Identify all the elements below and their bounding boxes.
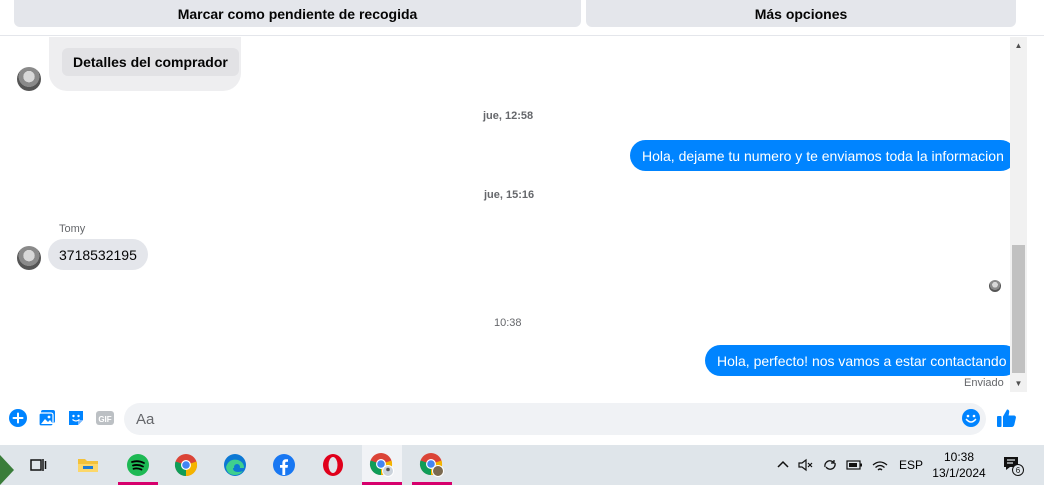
contact-avatar[interactable] [17,246,41,270]
photo-icon[interactable] [37,408,57,428]
timestamp: jue, 15:16 [484,189,535,201]
mark-pending-pickup-button[interactable]: Marcar como pendiente de recogida [14,0,581,27]
incoming-message[interactable]: 3718532195 [48,239,148,270]
chrome-profile-icon[interactable] [362,445,402,485]
svg-text:6: 6 [1016,466,1021,475]
notification-center-icon[interactable]: 6 [1002,445,1024,485]
message-input-placeholder: Aa [136,410,155,428]
battery-icon[interactable] [846,445,864,485]
sender-name: Tomy [59,223,86,235]
language-indicator[interactable]: ESP [899,445,923,485]
message-status: Enviado [964,377,1004,389]
wifi-icon[interactable] [872,445,888,485]
edge-icon[interactable] [215,445,255,485]
scroll-thumb[interactable] [1012,245,1025,373]
outgoing-message[interactable]: Hola, dejame tu numero y te enviamos tod… [630,140,1016,171]
scroll-up-arrow-icon[interactable]: ▲ [1010,37,1027,54]
spotify-icon[interactable] [118,445,158,485]
emoji-icon[interactable] [961,408,981,428]
chrome-profile-icon[interactable] [412,445,452,485]
timestamp: jue, 12:58 [483,110,534,122]
timestamp: 10:38 [494,317,522,329]
clock-time: 10:38 [943,450,975,464]
sticker-icon[interactable] [66,408,86,428]
more-options-button[interactable]: Más opciones [586,0,1016,27]
opera-icon[interactable] [313,445,353,485]
chat-scrollbar[interactable]: ▲ ▼ [1010,37,1027,392]
gif-icon[interactable]: GIF [95,408,115,428]
clock-date: 13/1/2024 [932,466,986,480]
start-button[interactable] [0,455,14,485]
volume-muted-icon[interactable] [798,445,814,485]
scroll-down-arrow-icon[interactable]: ▼ [1010,375,1027,392]
show-hidden-icons-icon[interactable] [776,445,790,485]
outgoing-message[interactable]: Hola, perfecto! nos vamos a estar contac… [705,345,1019,376]
message-composer: GIF Aa [0,395,1044,445]
contact-avatar[interactable] [17,67,41,91]
facebook-icon[interactable] [264,445,304,485]
buyer-card: Detalles del comprador [49,37,241,91]
system-clock[interactable]: 10:38 13/1/2024 [928,449,990,481]
windows-taskbar: ESP 10:38 13/1/2024 6 [0,445,1044,485]
message-input[interactable]: Aa [124,403,986,435]
chrome-icon[interactable] [166,445,206,485]
like-icon[interactable] [996,407,1018,429]
action-bar: Marcar como pendiente de recogida Más op… [0,0,1044,36]
svg-text:GIF: GIF [98,415,111,424]
buyer-details-button[interactable]: Detalles del comprador [62,48,239,76]
sync-icon[interactable] [822,445,838,485]
plus-icon[interactable] [8,408,28,428]
task-view-icon[interactable] [18,445,58,485]
file-explorer-icon[interactable] [68,445,108,485]
seen-avatar [989,280,1001,292]
